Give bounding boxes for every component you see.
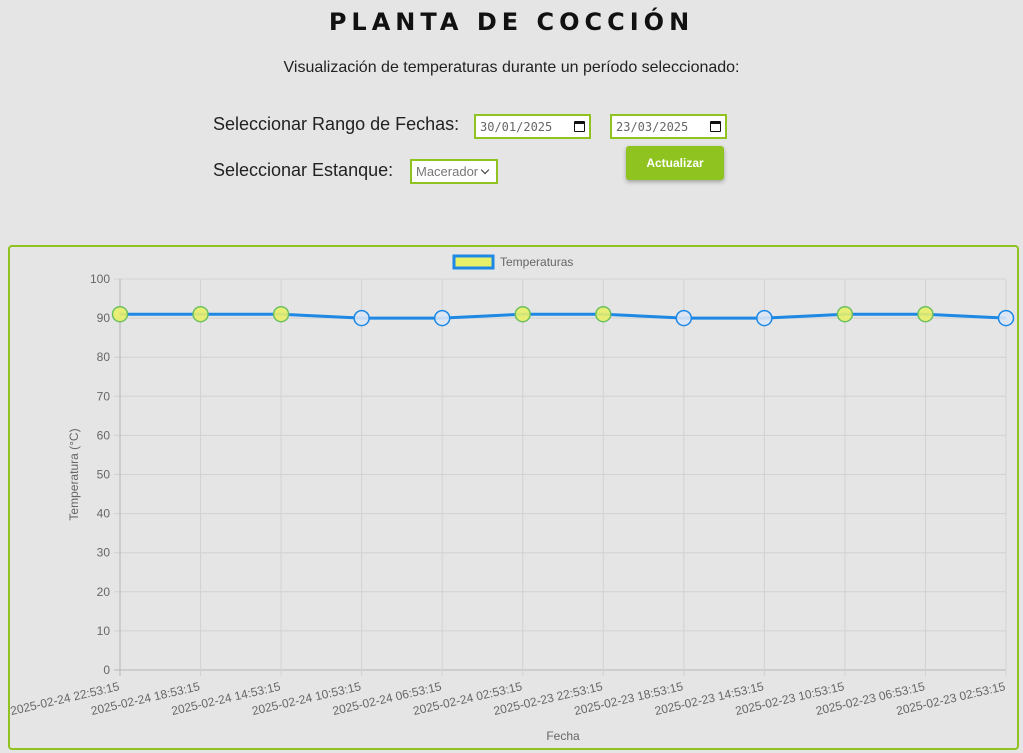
y-tick-label: 50 — [97, 468, 111, 482]
chart-card: 0 10 20 30 40 50 60 70 80 90 100 2025-02-24 22:53:1… — [8, 245, 1019, 750]
y-tick-label: 10 — [97, 624, 111, 638]
start-date-value: 30/01/2025 — [480, 119, 553, 134]
y-axis-title: Temperatura (°C) — [67, 428, 81, 520]
y-tick-label: 70 — [97, 389, 111, 403]
temperature-chart: 01020304050607080901002025-02-24 22:53:1… — [9, 254, 1015, 743]
data-point[interactable] — [997, 309, 1015, 327]
chevron-down-icon — [480, 165, 490, 175]
data-point[interactable] — [675, 309, 693, 327]
data-point[interactable] — [433, 309, 451, 327]
data-point[interactable] — [353, 309, 370, 327]
y-tick-label: 0 — [103, 663, 110, 677]
data-point[interactable] — [836, 305, 854, 323]
page-title: PLANTA DE COCCIÓN — [328, 8, 695, 36]
y-tick-label: 60 — [97, 428, 111, 442]
data-point[interactable] — [756, 309, 773, 327]
y-tick-label: 80 — [97, 350, 111, 364]
y-tick-label: 90 — [97, 311, 111, 325]
y-tick-label: 30 — [97, 546, 111, 560]
tank-select-value: Macerador — [416, 164, 479, 179]
data-point[interactable] — [272, 305, 290, 323]
data-point[interactable] — [595, 305, 612, 323]
calendar-icon[interactable] — [710, 121, 721, 132]
end-date-input[interactable]: 23/03/2025 — [610, 114, 727, 139]
update-button[interactable]: Actualizar — [626, 146, 724, 180]
data-point[interactable] — [192, 305, 209, 323]
x-axis-title: Fecha — [546, 729, 580, 743]
start-date-input[interactable]: 30/01/2025 — [474, 114, 591, 139]
data-point[interactable] — [111, 305, 129, 323]
y-tick-label: 20 — [97, 585, 111, 599]
data-point[interactable] — [514, 305, 531, 323]
series-line — [120, 312, 1007, 320]
page-subtitle: Visualización de temperaturas durante un… — [283, 59, 740, 76]
page: PLANTA DE COCCIÓN Visualización de tempe… — [0, 0, 1023, 753]
legend-label: Temperaturas — [500, 255, 573, 269]
y-tick-label: 40 — [97, 507, 111, 521]
date-range-label: Seleccionar Rango de Fechas: — [213, 114, 460, 134]
calendar-icon[interactable] — [574, 121, 585, 132]
y-tick-label: 100 — [90, 272, 110, 286]
tank-select[interactable]: Macerador — [410, 159, 498, 184]
data-point[interactable] — [917, 305, 934, 323]
end-date-value: 23/03/2025 — [616, 119, 689, 134]
tank-label: Seleccionar Estanque: — [213, 160, 394, 180]
legend-swatch — [452, 254, 495, 270]
